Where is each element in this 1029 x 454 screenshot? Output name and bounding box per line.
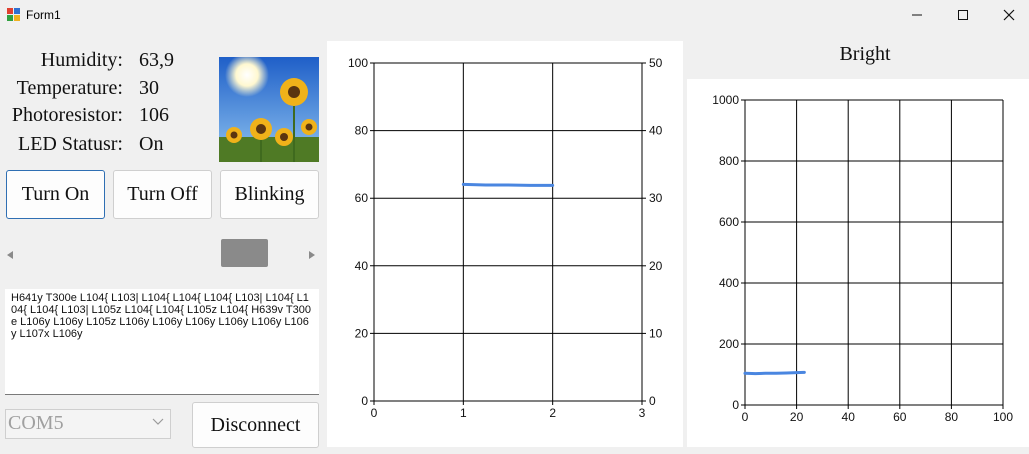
app-icon [7,8,20,21]
x-tick-label: 40 [842,410,856,424]
y2-tick-label: 10 [649,326,663,340]
chevron-down-icon[interactable] [152,415,164,429]
bright-chart: 0 20 40 60 80 10002004006008001000 [712,93,1013,424]
y-tick-label: 1000 [712,93,739,107]
blinking-button[interactable]: Blinking [220,170,319,219]
y-tick-label: 100 [348,56,368,70]
y-tick-label: 40 [355,259,369,273]
title-bar [0,0,1029,30]
serial-log-textbox[interactable]: H641y T300e L104{ L103| L104{ L104{ L104… [5,289,319,395]
humidity-temperature-chart: 0 1 2 302040608010001020304050 [348,56,663,420]
scrollbar-thumb[interactable] [220,239,268,267]
x-tick-label: 20 [790,410,804,424]
humidity-value: 63,9 [139,49,174,71]
photoresistor-label: Photoresistor: [11,104,123,126]
x-tick-label: 100 [993,410,1013,424]
bright-chart-title: Bright [839,43,891,65]
scroll-right-arrow-icon[interactable] [308,247,316,265]
temperature-value: 30 [139,77,159,99]
x-tick-label: 0 [742,410,749,424]
sunflower-image [219,57,319,162]
led-status-label: LED Statusr: [18,133,123,155]
y-tick-label: 60 [355,191,369,205]
x-tick-label: 1 [460,406,467,420]
x-tick-label: 3 [639,406,646,420]
scroll-left-arrow-icon[interactable] [6,247,14,265]
y-tick-label: 0 [361,394,368,408]
y2-tick-label: 50 [649,56,663,70]
turn-off-button[interactable]: Turn Off [113,170,212,219]
x-tick-label: 60 [893,410,907,424]
x-tick-label: 0 [371,406,378,420]
close-button[interactable] [986,0,1029,30]
y-tick-label: 20 [355,326,369,340]
series-line [461,182,555,187]
y2-tick-label: 0 [649,394,656,408]
y2-tick-label: 40 [649,124,663,138]
y-tick-label: 200 [719,337,739,351]
minimize-button[interactable] [894,0,940,30]
y2-tick-label: 30 [649,191,663,205]
y2-tick-label: 20 [649,259,663,273]
com-port-value: COM5 [8,412,64,434]
x-tick-label: 2 [549,406,556,420]
led-status-value: On [139,133,164,155]
y-tick-label: 400 [719,276,739,290]
series-line [743,370,806,376]
maximize-icon [958,10,968,20]
close-icon [1003,9,1015,21]
x-tick-label: 80 [945,410,959,424]
y-tick-label: 80 [355,124,369,138]
window-title: Form1 [26,8,61,22]
temperature-label: Temperature: [16,77,123,99]
disconnect-button[interactable]: Disconnect [192,402,319,448]
turn-on-button[interactable]: Turn On [6,170,105,219]
photoresistor-value: 106 [139,104,169,126]
humidity-label: Humidity: [40,49,123,71]
y-tick-label: 800 [719,154,739,168]
y-tick-label: 0 [732,398,739,412]
y-tick-label: 600 [719,215,739,229]
brightness-scrollbar[interactable] [5,236,319,270]
maximize-button[interactable] [940,0,986,30]
minimize-icon [912,14,922,16]
